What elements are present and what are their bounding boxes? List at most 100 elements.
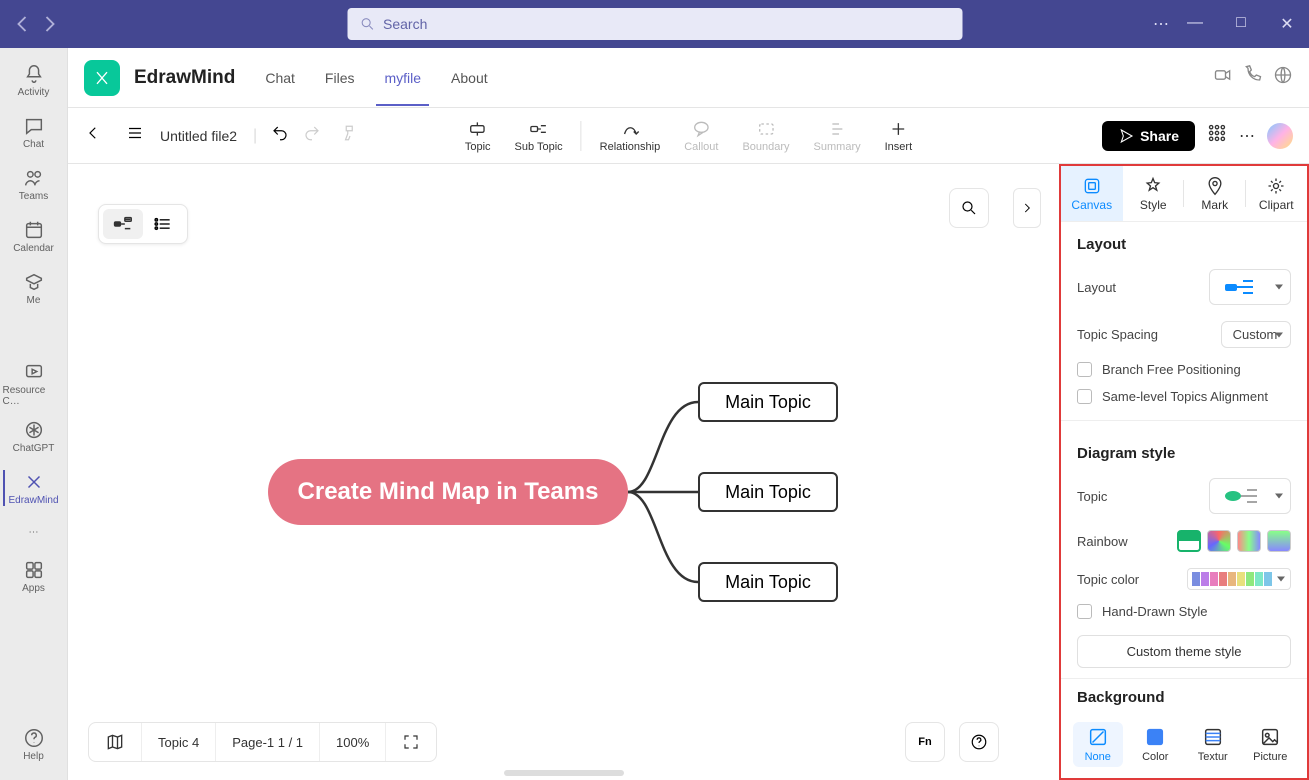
rail-calendar[interactable]: Calendar (3, 210, 65, 262)
topic-style-preview-icon (1223, 486, 1263, 506)
bg-picture[interactable]: Picture (1246, 722, 1296, 767)
view-outline-icon[interactable] (143, 209, 183, 239)
shortcut-icon[interactable]: Fn (905, 722, 945, 762)
topic-color-select[interactable] (1187, 568, 1291, 590)
rail-chatgpt[interactable]: ChatGPT (3, 410, 65, 462)
more-icon[interactable]: ⋯ (1239, 126, 1255, 146)
panel-tab-mark[interactable]: Mark (1184, 166, 1246, 221)
panel-tab-canvas[interactable]: Canvas (1061, 166, 1123, 221)
boundary-button[interactable]: Boundary (730, 119, 801, 153)
rail-help[interactable]: Help (3, 718, 65, 770)
rainbow-opt-3[interactable] (1237, 530, 1261, 552)
background-section: Background None Color Textur Picture (1061, 678, 1307, 767)
share-button[interactable]: Share (1102, 121, 1195, 151)
topic-button[interactable]: Topic (453, 119, 503, 153)
tab-myfile[interactable]: myfile (376, 50, 429, 106)
color-swatch (1264, 572, 1272, 586)
branch-connectors (628, 364, 698, 624)
rail-apps[interactable]: Apps (3, 550, 65, 602)
hand-drawn-checkbox[interactable] (1077, 604, 1092, 619)
call-icon[interactable] (1243, 65, 1263, 90)
topic-spacing-label: Topic Spacing (1077, 327, 1158, 342)
central-topic[interactable]: Create Mind Map in Teams (268, 459, 628, 525)
layout-section-title: Layout (1061, 222, 1307, 261)
fullscreen-icon[interactable] (386, 723, 436, 761)
rainbow-label: Rainbow (1077, 534, 1128, 549)
color-swatch (1201, 572, 1209, 586)
titlebar-more-icon[interactable]: ⋯ (1153, 14, 1169, 34)
menu-icon[interactable] (126, 124, 144, 147)
layout-label: Layout (1077, 280, 1116, 295)
same-level-label: Same-level Topics Alignment (1102, 389, 1268, 404)
tab-files[interactable]: Files (317, 50, 363, 106)
map-overview-icon[interactable] (89, 723, 142, 761)
redo-icon[interactable] (303, 124, 321, 147)
status-zoom[interactable]: 100% (320, 723, 386, 761)
rail-resource[interactable]: Resource C… (3, 358, 65, 410)
file-name: Untitled file2 (160, 128, 237, 144)
maximize-icon[interactable]: □ (1227, 14, 1255, 34)
rail-activity[interactable]: Activity (3, 54, 65, 106)
topic-spacing-select[interactable]: Custom (1221, 321, 1291, 348)
rail-edrawmind[interactable]: EdrawMind (3, 462, 65, 514)
app-name: EdrawMind (134, 67, 235, 89)
topic-color-label: Topic color (1077, 572, 1139, 587)
rainbow-opt-1[interactable] (1177, 530, 1201, 552)
global-search[interactable]: Search (347, 8, 962, 40)
tab-chat[interactable]: Chat (257, 50, 303, 106)
custom-theme-button[interactable]: Custom theme style (1077, 635, 1291, 668)
editor-toolbar: Untitled file2 | Topic Sub Topic Relatio… (68, 108, 1309, 164)
branch-free-label: Branch Free Positioning (1102, 362, 1241, 377)
rail-teams[interactable]: Teams (3, 158, 65, 210)
user-avatar[interactable] (1267, 123, 1293, 149)
same-level-checkbox[interactable] (1077, 389, 1092, 404)
teams-rail: Activity Chat Teams Calendar Me Resource… (0, 48, 68, 780)
rainbow-opt-4[interactable] (1267, 530, 1291, 552)
color-swatch (1255, 572, 1263, 586)
scrollbar-horizontal[interactable] (504, 770, 624, 776)
bg-none[interactable]: None (1073, 722, 1123, 767)
bg-texture[interactable]: Textur (1188, 722, 1238, 767)
back-icon[interactable] (84, 124, 102, 147)
hand-drawn-label: Hand-Drawn Style (1102, 604, 1208, 619)
sub-topic-button[interactable]: Sub Topic (503, 119, 575, 153)
summary-button[interactable]: Summary (802, 119, 873, 153)
window-controls: — □ ✕ (1181, 14, 1301, 34)
view-mindmap-icon[interactable] (103, 209, 143, 239)
globe-icon[interactable] (1273, 65, 1293, 90)
undo-icon[interactable] (271, 124, 289, 147)
close-icon[interactable]: ✕ (1273, 14, 1301, 34)
rainbow-opt-2[interactable] (1207, 530, 1231, 552)
main-topic-3[interactable]: Main Topic (698, 562, 838, 602)
panel-tab-clipart[interactable]: Clipart (1246, 166, 1308, 221)
apps-grid-icon[interactable] (1207, 123, 1227, 148)
rail-more-icon[interactable]: ⋯ (3, 514, 65, 550)
insert-button[interactable]: Insert (873, 119, 925, 153)
status-page[interactable]: Page-1 1 / 1 (216, 723, 320, 761)
main-topic-1[interactable]: Main Topic (698, 382, 838, 422)
topic-style-select[interactable] (1209, 478, 1291, 514)
layout-preview-icon (1223, 276, 1263, 298)
workspace: Create Mind Map in Teams Main Topic Main… (68, 164, 1309, 780)
callout-button[interactable]: Callout (672, 119, 730, 153)
format-painter-icon[interactable] (341, 124, 359, 147)
rail-me[interactable]: Me (3, 262, 65, 314)
panel-collapse-icon[interactable] (1013, 188, 1041, 228)
help-icon[interactable] (959, 722, 999, 762)
video-icon[interactable] (1213, 65, 1233, 90)
color-swatch (1237, 572, 1245, 586)
tab-about[interactable]: About (443, 50, 496, 106)
panel-tab-style[interactable]: Style (1123, 166, 1185, 221)
main-topic-2[interactable]: Main Topic (698, 472, 838, 512)
canvas[interactable]: Create Mind Map in Teams Main Topic Main… (68, 164, 1059, 780)
nav-back-icon[interactable] (8, 10, 36, 38)
rail-chat[interactable]: Chat (3, 106, 65, 158)
relationship-button[interactable]: Relationship (588, 119, 673, 153)
color-swatch (1228, 572, 1236, 586)
nav-forward-icon[interactable] (36, 10, 64, 38)
canvas-search-icon[interactable] (949, 188, 989, 228)
minimize-icon[interactable]: — (1181, 14, 1209, 34)
branch-free-checkbox[interactable] (1077, 362, 1092, 377)
layout-select[interactable] (1209, 269, 1291, 305)
bg-color[interactable]: Color (1131, 722, 1181, 767)
